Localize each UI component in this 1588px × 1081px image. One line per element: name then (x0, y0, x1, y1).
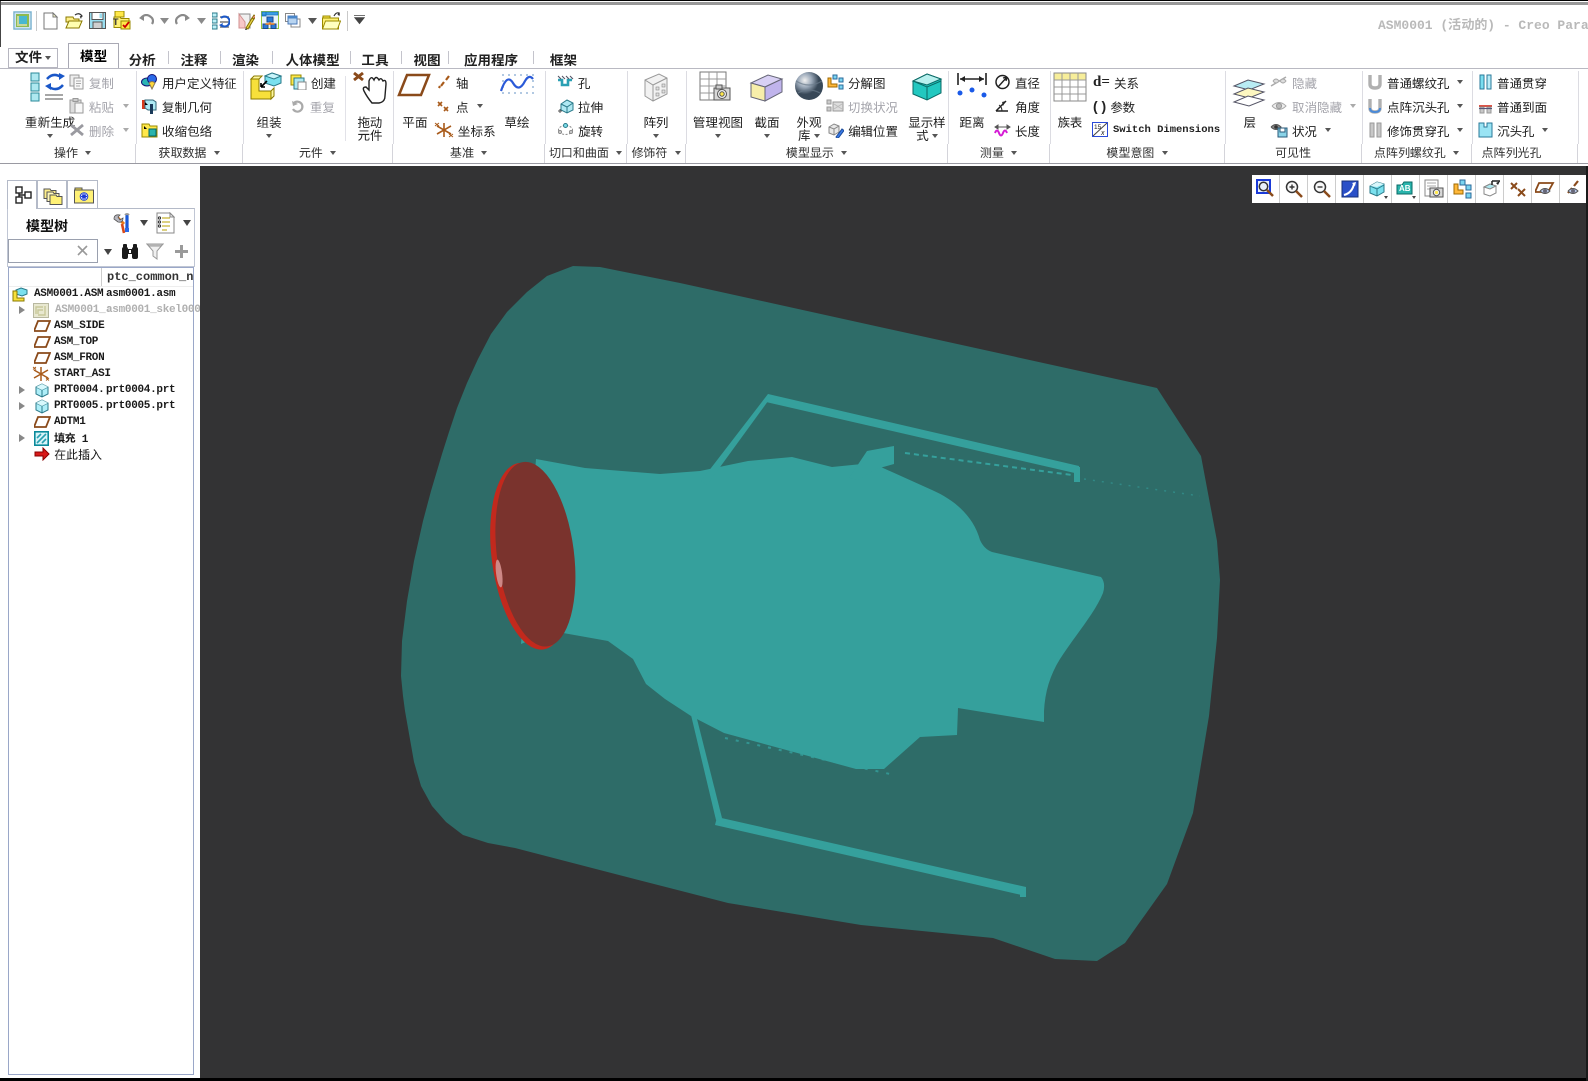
svg-text:AB: AB (1399, 184, 1411, 193)
svg-text:x: x (1100, 130, 1105, 137)
svg-text:T: T (113, 17, 119, 27)
